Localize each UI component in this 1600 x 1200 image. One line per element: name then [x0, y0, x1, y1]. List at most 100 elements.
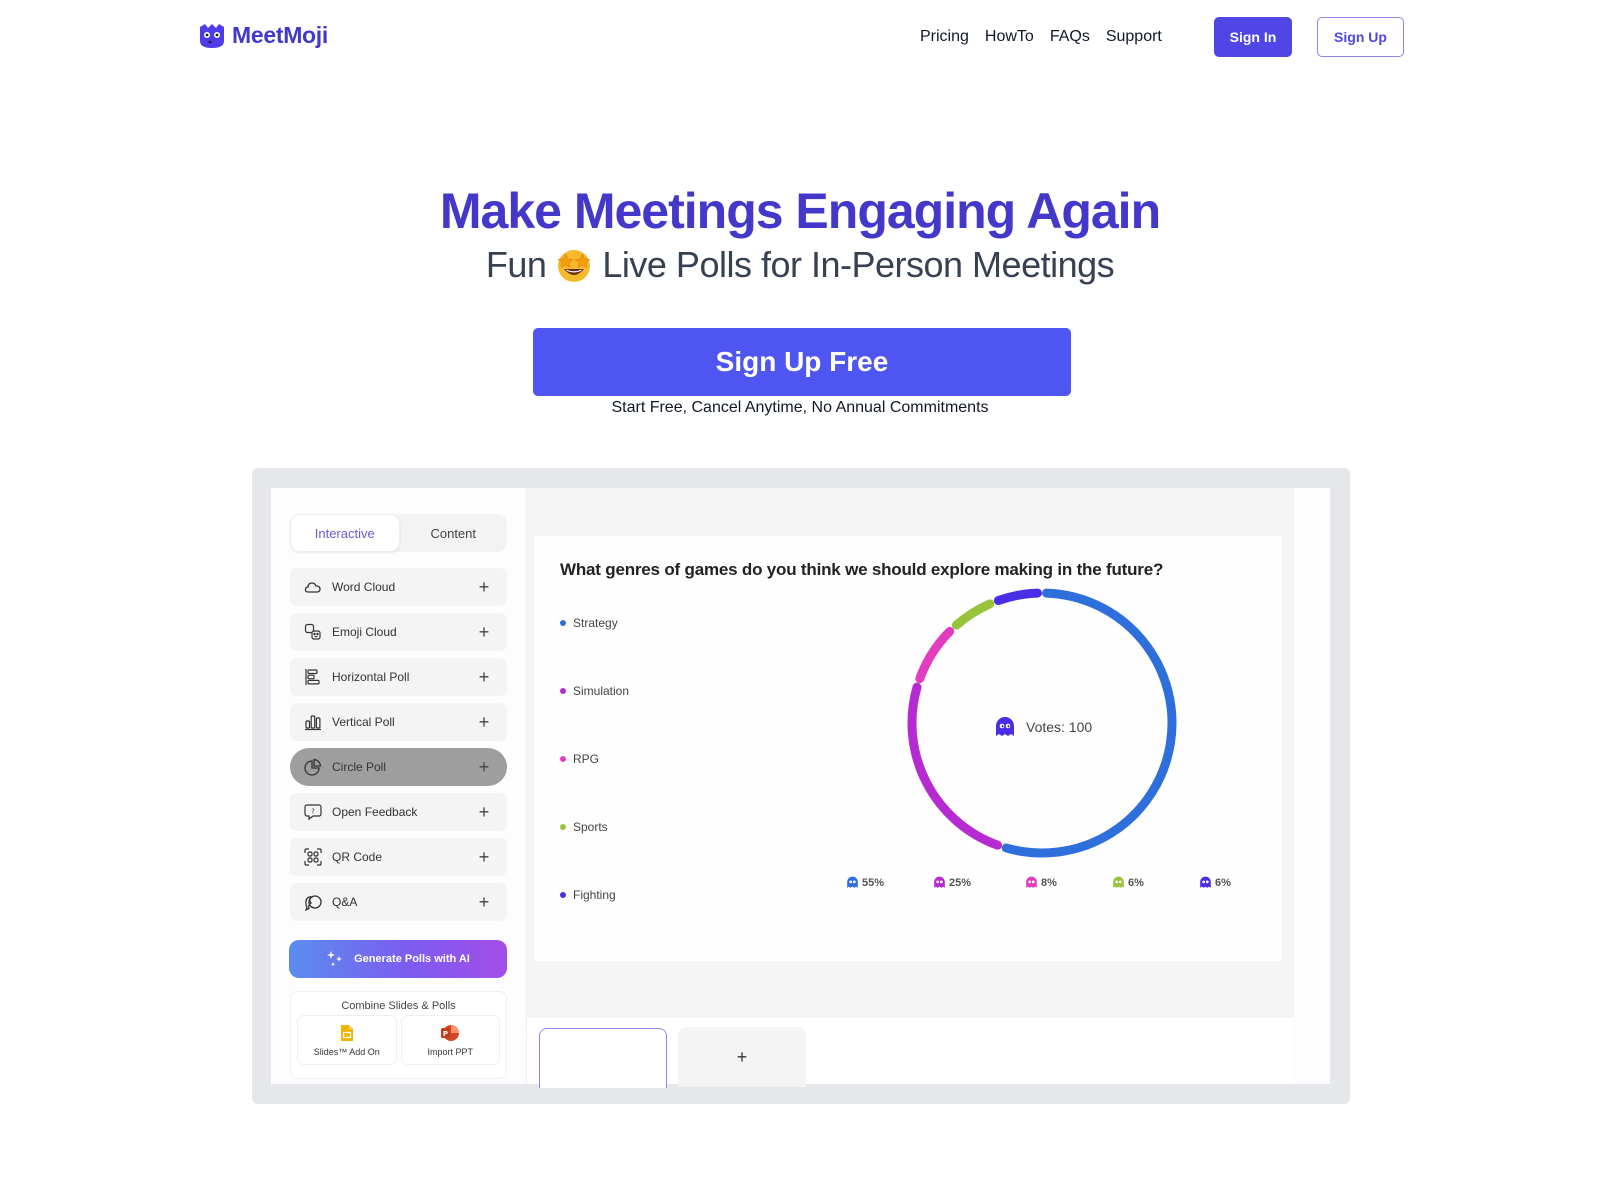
donut-segment-sports [951, 599, 995, 630]
item-label: Circle Poll [332, 760, 387, 774]
cta-note: Start Free, Cancel Anytime, No Annual Co… [611, 399, 989, 416]
star-struck-emoji-icon [557, 250, 592, 282]
horizontal-bars-icon [303, 667, 323, 687]
votes-label: Votes: 100 [1026, 719, 1093, 735]
ghost-icon [996, 717, 1014, 736]
plus-icon[interactable]: + [474, 892, 494, 913]
legend-item: Fighting [560, 888, 616, 902]
legend-item: Strategy [560, 616, 618, 630]
sidebar-tabs: Interactive Content [290, 514, 507, 552]
donut-segment-rpg [915, 626, 955, 684]
item-label: Emoji Cloud [332, 625, 397, 639]
nav-support[interactable]: Support [1106, 28, 1162, 46]
slides-add-on-button[interactable]: Slides™ Add On [297, 1015, 397, 1065]
meetmoji-logo-icon [200, 23, 224, 48]
percent-value: 6% [1128, 876, 1144, 889]
item-open-feedback[interactable]: ? Open Feedback + [290, 793, 507, 831]
main-nav: Pricing HowTo FAQs Support [920, 17, 1178, 57]
legend-dot [560, 756, 566, 762]
tab-interactive[interactable]: Interactive [290, 514, 400, 552]
ai-button-label: Generate Polls with AI [354, 953, 470, 965]
nav-howto[interactable]: HowTo [985, 28, 1034, 46]
plus-icon[interactable]: + [474, 577, 494, 598]
brand-name: MeetMoji [232, 22, 328, 48]
legend-item: Simulation [560, 684, 629, 698]
legend-label: Simulation [573, 684, 630, 698]
plus-icon[interactable]: + [474, 622, 494, 643]
ghost-icon [847, 876, 858, 888]
percent-label: 8% [1025, 876, 1057, 889]
import-ppt-button[interactable]: P Import PPT [400, 1015, 500, 1065]
percent-value: 25% [949, 876, 972, 889]
slide-strip: + [527, 1018, 1294, 1088]
poll-question: What genres of games do you think we sho… [560, 560, 1164, 579]
legend-dot [560, 824, 566, 830]
legend-item: RPG [560, 752, 599, 766]
item-label: QR Code [332, 850, 383, 864]
plus-icon[interactable]: + [474, 667, 494, 688]
preview-canvas: What genres of games do you think we sho… [527, 488, 1294, 1018]
plus-icon[interactable]: + [474, 847, 494, 868]
ghost-icon [934, 876, 945, 888]
import-ppt-label: Import PPT [427, 1046, 473, 1057]
item-label: Q&A [332, 895, 358, 909]
ghost-icon [1026, 876, 1037, 888]
item-horizontal-poll[interactable]: Horizontal Poll + [290, 658, 507, 696]
svg-text:P: P [443, 1030, 448, 1038]
plus-icon[interactable]: + [474, 802, 494, 823]
emoji-cloud-icon [303, 622, 323, 642]
legend-label: Strategy [573, 616, 618, 630]
legend-dot [560, 688, 566, 694]
legend-label: Fighting [573, 888, 616, 902]
percent-label: 55% [846, 876, 884, 889]
item-qr-code[interactable]: QR Code + [290, 838, 507, 876]
donut-segment-fighting [993, 588, 1042, 606]
percent-label: 6% [1112, 876, 1144, 889]
sparkles-icon [327, 951, 343, 967]
svg-text:?: ? [311, 808, 315, 816]
ghost-icon [1200, 876, 1211, 888]
item-label: Vertical Poll [332, 715, 395, 729]
percent-value: 6% [1215, 876, 1231, 889]
sign-up-free-button[interactable]: Sign Up Free [533, 328, 1071, 396]
item-emoji-cloud[interactable]: Emoji Cloud + [290, 613, 507, 651]
brand-logo[interactable]: MeetMoji [198, 22, 328, 49]
legend-dot [560, 620, 566, 626]
donut-segment-simulation [907, 682, 1003, 850]
sign-in-button[interactable]: Sign In [1214, 17, 1292, 57]
nav-faqs[interactable]: FAQs [1050, 28, 1090, 46]
percent-value: 8% [1041, 876, 1057, 889]
percent-label: 6% [1199, 876, 1231, 889]
plus-icon[interactable]: + [474, 712, 494, 733]
add-slide-button[interactable]: + [678, 1027, 806, 1087]
powerpoint-icon: P [441, 1024, 460, 1041]
legend-dot [560, 892, 566, 898]
percent-value: 55% [862, 876, 885, 889]
poll-type-list: Word Cloud + Emoji Cloud + Horizontal Po… [290, 568, 507, 928]
item-label: Word Cloud [332, 580, 396, 594]
item-word-cloud[interactable]: Word Cloud + [290, 568, 507, 606]
product-preview: Interactive Content Word Cloud + Emoji C… [252, 468, 1350, 1104]
chat-bubbles-icon [303, 892, 323, 912]
generate-polls-ai-button[interactable]: Generate Polls with AI [289, 940, 507, 978]
tab-content[interactable]: Content [400, 514, 508, 552]
plus-icon[interactable]: + [474, 757, 494, 778]
preview-screen: Interactive Content Word Cloud + Emoji C… [271, 488, 1330, 1088]
subtitle-fun: Fun [485, 244, 547, 285]
item-qa[interactable]: Q&A + [290, 883, 507, 921]
item-vertical-poll[interactable]: Vertical Poll + [290, 703, 507, 741]
percent-label: 25% [933, 876, 971, 889]
item-label: Open Feedback [332, 805, 418, 819]
ghost-icon [1113, 876, 1124, 888]
legend-label: Sports [573, 820, 608, 834]
legend-item: Sports [560, 820, 608, 834]
item-circle-poll[interactable]: Circle Poll + [290, 748, 507, 786]
nav-pricing[interactable]: Pricing [920, 28, 969, 46]
preview-sidebar: Interactive Content Word Cloud + Emoji C… [271, 488, 527, 1084]
slides-add-on-label: Slides™ Add On [313, 1046, 380, 1057]
legend-label: RPG [573, 752, 600, 766]
slide-thumbnail[interactable] [539, 1028, 667, 1088]
votes-total: Votes: 100 [994, 716, 1092, 738]
sign-up-button[interactable]: Sign Up [1317, 17, 1404, 57]
vertical-bars-icon [303, 712, 323, 732]
